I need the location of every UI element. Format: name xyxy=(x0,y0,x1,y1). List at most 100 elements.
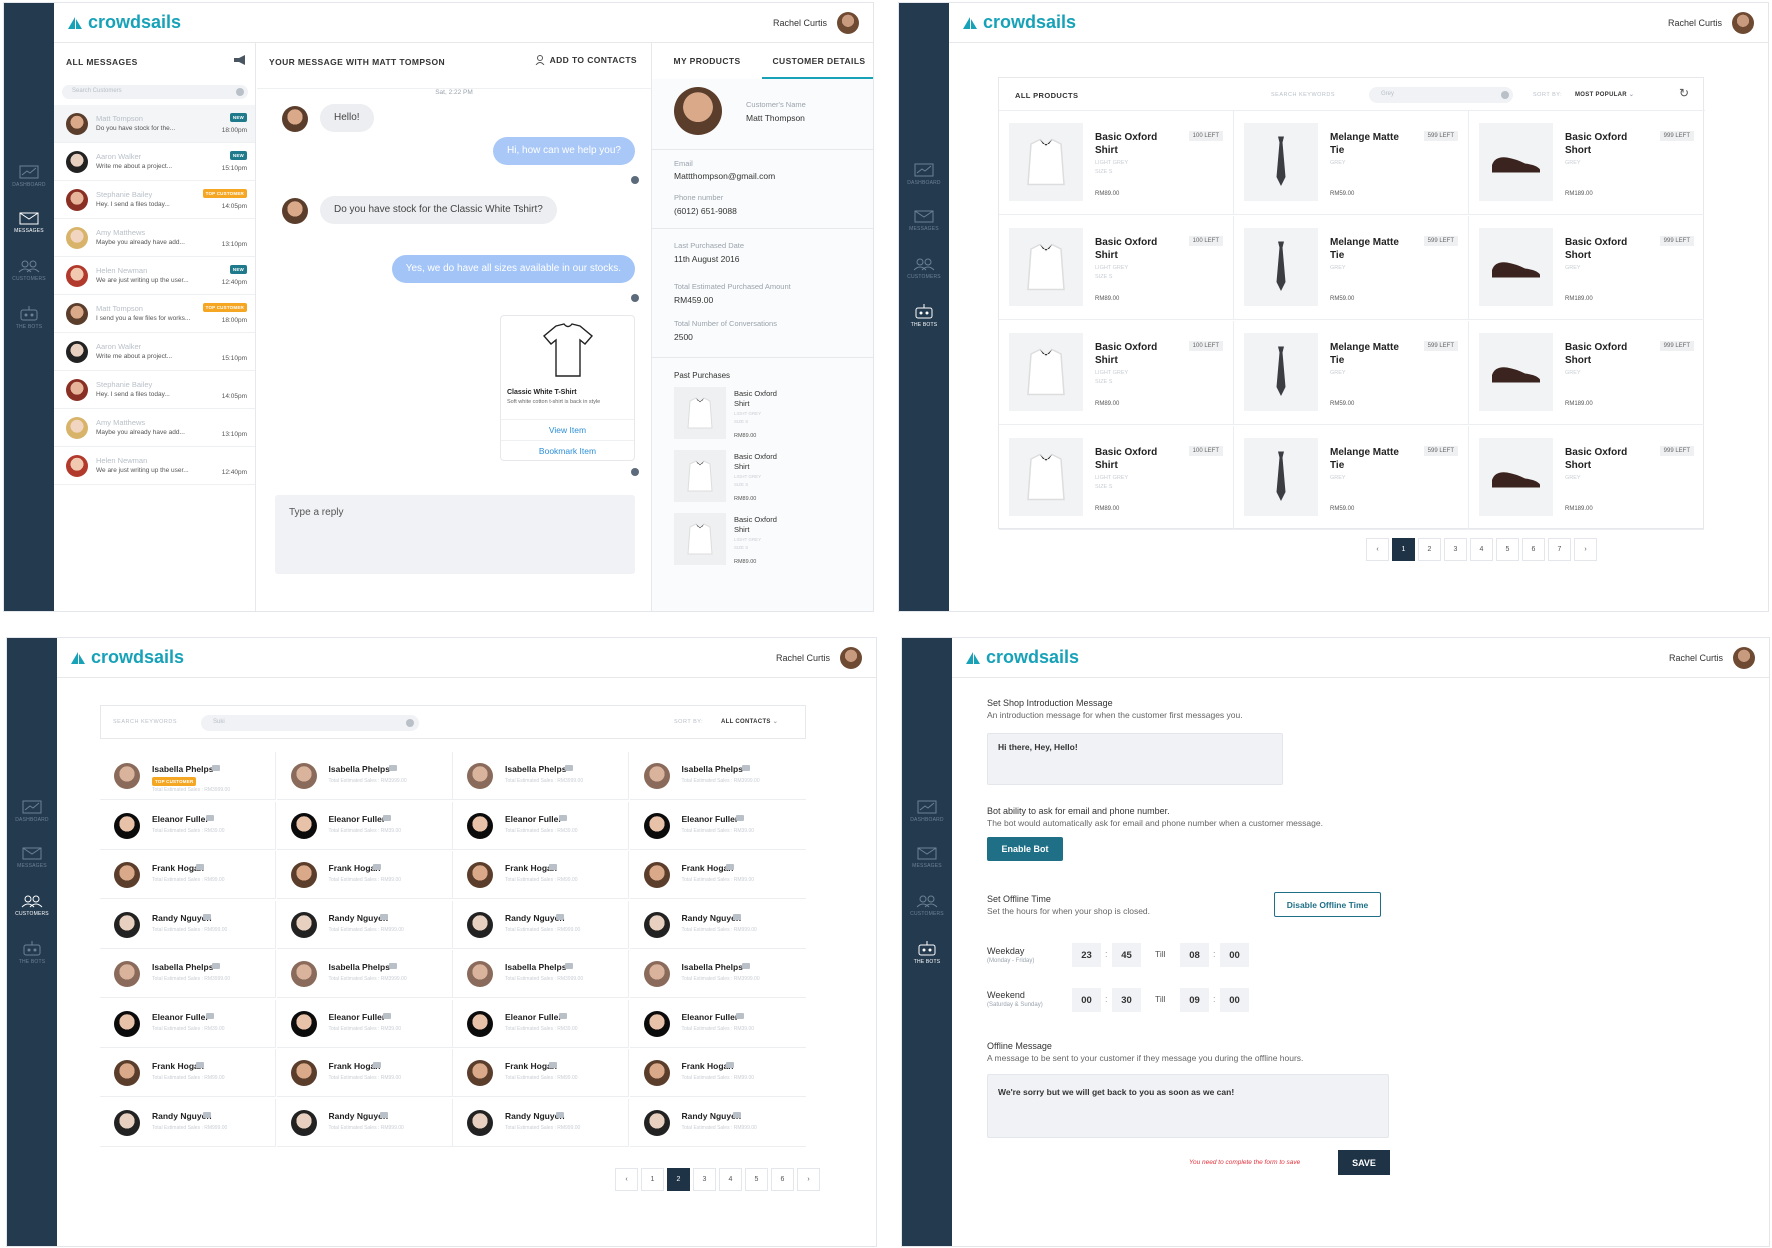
conversation-item[interactable]: Aaron Walker Write me about a project...… xyxy=(54,143,255,181)
weekend-to-minute[interactable]: 00 xyxy=(1220,988,1249,1012)
mail-icon[interactable] xyxy=(388,963,397,969)
mail-icon[interactable] xyxy=(382,1012,391,1019)
nav-dashboard[interactable]: DASHBOARD xyxy=(7,800,57,823)
customer-card[interactable]: Eleanor Fuller Total Estimated Sales : R… xyxy=(453,999,629,1048)
customer-card[interactable]: Randy Nguyen Total Estimated Sales : RM9… xyxy=(100,1098,276,1147)
weekday-to-hour[interactable]: 08 xyxy=(1180,943,1209,967)
mail-icon[interactable] xyxy=(372,864,381,870)
customer-card[interactable]: Frank Hogan Total Estimated Sales : RM99… xyxy=(453,1049,629,1097)
page-number[interactable]: 2 xyxy=(1418,538,1441,561)
user-avatar[interactable] xyxy=(1732,12,1754,34)
conversation-item[interactable]: Amy Matthews Maybe you already have add.… xyxy=(54,219,255,257)
product-card[interactable]: Melange Matte Tie 599 LEFT GREY RM59.00 xyxy=(1234,321,1469,425)
save-button[interactable]: SAVE xyxy=(1338,1150,1390,1175)
search-customers-input[interactable]: Search Customers xyxy=(62,85,248,99)
page-number[interactable]: 5 xyxy=(745,1168,768,1191)
sort-dropdown[interactable]: ALL CONTACTS ⌄ xyxy=(721,718,778,725)
mail-icon[interactable] xyxy=(735,1012,744,1019)
page-number[interactable]: 4 xyxy=(719,1168,742,1191)
customer-card[interactable]: Isabella Phelps Total Estimated Sales : … xyxy=(276,752,453,800)
page-number[interactable]: 6 xyxy=(1522,538,1545,561)
customer-card[interactable]: Eleanor Fuller Total Estimated Sales : R… xyxy=(629,1000,806,1048)
product-card[interactable]: Basic Oxford Shirt 100 LEFT LIGHT GREY SI… xyxy=(999,111,1234,215)
page-number[interactable]: 7 xyxy=(1548,538,1571,561)
view-item-link[interactable]: View Item xyxy=(501,419,634,435)
nav-customers[interactable]: CUSTOMERS xyxy=(899,257,949,280)
mail-icon[interactable] xyxy=(556,1111,564,1118)
brand-logo[interactable]: crowdsails xyxy=(69,647,184,668)
mail-icon[interactable] xyxy=(382,814,391,821)
past-purchase-item[interactable]: Basic Oxford Shirt LIGHT GREY SIZE S RM8… xyxy=(674,513,854,573)
mail-icon[interactable] xyxy=(732,1111,741,1118)
next-page-button[interactable]: › xyxy=(1574,538,1597,561)
add-to-contacts-button[interactable]: ADD TO CONTACTS xyxy=(535,55,637,65)
user-menu[interactable]: Rachel Curtis xyxy=(1669,647,1755,669)
mail-icon[interactable] xyxy=(559,1012,567,1019)
mail-icon[interactable] xyxy=(732,913,741,920)
weekend-from-minute[interactable]: 30 xyxy=(1112,988,1141,1012)
customer-card[interactable]: Isabella Phelps Total Estimated Sales : … xyxy=(453,752,629,800)
page-number[interactable]: 5 xyxy=(1496,538,1519,561)
conversation-item[interactable]: Aaron Walker Write me about a project...… xyxy=(54,333,255,371)
clear-search-icon[interactable] xyxy=(406,719,414,727)
customer-card[interactable]: Isabella Phelps Total Estimated Sales : … xyxy=(100,950,276,998)
nav-bots[interactable]: THE BOTS xyxy=(4,305,54,330)
weekday-to-minute[interactable]: 00 xyxy=(1220,943,1249,967)
product-card[interactable]: Basic Oxford Shirt 100 LEFT LIGHT GREY SI… xyxy=(999,426,1234,530)
mail-icon[interactable] xyxy=(372,1062,381,1068)
intro-message-input[interactable]: Hi there, Hey, Hello! xyxy=(987,733,1283,785)
conversation-item[interactable]: Matt Tompson Do you have stock for the..… xyxy=(54,105,255,143)
conversation-item[interactable]: Helen Newman We are just writing up the … xyxy=(54,447,255,485)
customer-card[interactable]: Frank Hogan Total Estimated Sales : RM99… xyxy=(100,851,276,899)
mail-icon[interactable] xyxy=(565,765,573,771)
customer-card[interactable]: Frank Hogan Total Estimated Sales : RM99… xyxy=(276,1049,453,1097)
page-number[interactable]: 6 xyxy=(771,1168,794,1191)
mail-icon[interactable] xyxy=(206,1012,214,1019)
past-purchase-item[interactable]: Basic Oxford Shirt LIGHT GREY SIZE S RM8… xyxy=(674,450,854,510)
mail-icon[interactable] xyxy=(725,1062,734,1068)
reply-input[interactable]: Type a reply xyxy=(275,495,635,574)
nav-bots[interactable]: THE BOTS xyxy=(899,303,949,328)
nav-dashboard[interactable]: DASHBOARD xyxy=(899,163,949,186)
customer-card[interactable]: Eleanor Fuller Total Estimated Sales : R… xyxy=(100,999,276,1048)
conversation-item[interactable]: Matt Tompson I send you a few files for … xyxy=(54,295,255,333)
next-page-button[interactable]: › xyxy=(797,1168,820,1191)
product-card[interactable]: Basic Oxford Short 999 LEFT GREY RM189.0… xyxy=(1469,111,1704,215)
refresh-icon[interactable]: ↻ xyxy=(1679,86,1689,100)
customer-card[interactable]: Isabella Phelps Total Estimated Sales : … xyxy=(629,950,806,998)
user-avatar[interactable] xyxy=(837,12,859,34)
prev-page-button[interactable]: ‹ xyxy=(1366,538,1389,561)
nav-messages[interactable]: MESSAGES xyxy=(902,844,952,869)
mail-icon[interactable] xyxy=(559,814,567,821)
nav-bots[interactable]: THE BOTS xyxy=(902,940,952,965)
customer-card[interactable]: Frank Hogan Total Estimated Sales : RM99… xyxy=(629,1049,806,1097)
weekend-to-hour[interactable]: 09 xyxy=(1180,988,1209,1012)
page-number[interactable]: 2 xyxy=(667,1168,690,1191)
page-number[interactable]: 3 xyxy=(693,1168,716,1191)
brand-logo[interactable]: crowdsails xyxy=(961,12,1076,33)
mail-icon[interactable] xyxy=(379,913,388,920)
customer-card[interactable]: Eleanor Fuller Total Estimated Sales : R… xyxy=(453,801,629,850)
nav-messages[interactable]: MESSAGES xyxy=(4,209,54,234)
customer-card[interactable]: Frank Hogan Total Estimated Sales : RM99… xyxy=(276,851,453,899)
mail-icon[interactable] xyxy=(725,864,734,870)
mail-icon[interactable] xyxy=(735,814,744,821)
product-card[interactable]: Classic White T-Shirt Soft white cotton … xyxy=(500,315,635,461)
nav-bots[interactable]: THE BOTS xyxy=(7,940,57,965)
customer-card[interactable]: Isabella Phelps Total Estimated Sales : … xyxy=(276,950,453,998)
enable-bot-button[interactable]: Enable Bot xyxy=(987,837,1063,861)
customer-card[interactable]: Randy Nguyen Total Estimated Sales : RM9… xyxy=(629,1099,806,1147)
nav-customers[interactable]: CUSTOMERS xyxy=(902,894,952,917)
brand-logo[interactable]: crowdsails xyxy=(964,647,1079,668)
user-menu[interactable]: Rachel Curtis xyxy=(1668,12,1754,34)
customer-card[interactable]: Randy Nguyen Total Estimated Sales : RM9… xyxy=(453,900,629,949)
customer-card[interactable]: Randy Nguyen Total Estimated Sales : RM9… xyxy=(629,901,806,949)
prev-page-button[interactable]: ‹ xyxy=(615,1168,638,1191)
customer-card[interactable]: Randy Nguyen Total Estimated Sales : RM9… xyxy=(276,900,453,949)
mail-icon[interactable] xyxy=(556,913,564,920)
clear-search-icon[interactable] xyxy=(236,88,244,96)
customer-card[interactable]: Randy Nguyen Total Estimated Sales : RM9… xyxy=(453,1098,629,1147)
weekend-from-hour[interactable]: 00 xyxy=(1072,988,1101,1012)
customer-card[interactable]: Eleanor Fuller Total Estimated Sales : R… xyxy=(100,801,276,850)
mail-icon[interactable] xyxy=(203,913,211,920)
